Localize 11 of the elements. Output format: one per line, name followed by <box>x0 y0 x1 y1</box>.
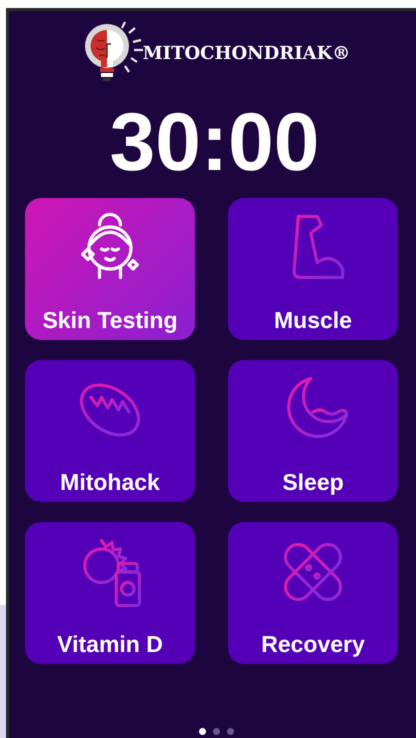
timer-display: 30:00 <box>108 102 320 190</box>
category-tile[interactable]: Muscle <box>228 198 398 340</box>
page-dot[interactable] <box>199 728 206 735</box>
category-tile[interactable]: Mitohack <box>25 360 195 502</box>
category-tile[interactable]: Skin Testing <box>25 198 195 340</box>
category-tile[interactable]: Vitamin D <box>25 522 195 664</box>
brand-name: MITOCHONDRIAK® <box>142 42 350 64</box>
page-dot[interactable] <box>227 728 234 735</box>
category-tile[interactable]: Recovery <box>228 522 398 664</box>
category-tile[interactable]: Sleep <box>228 360 398 502</box>
page-dot[interactable] <box>213 728 220 735</box>
